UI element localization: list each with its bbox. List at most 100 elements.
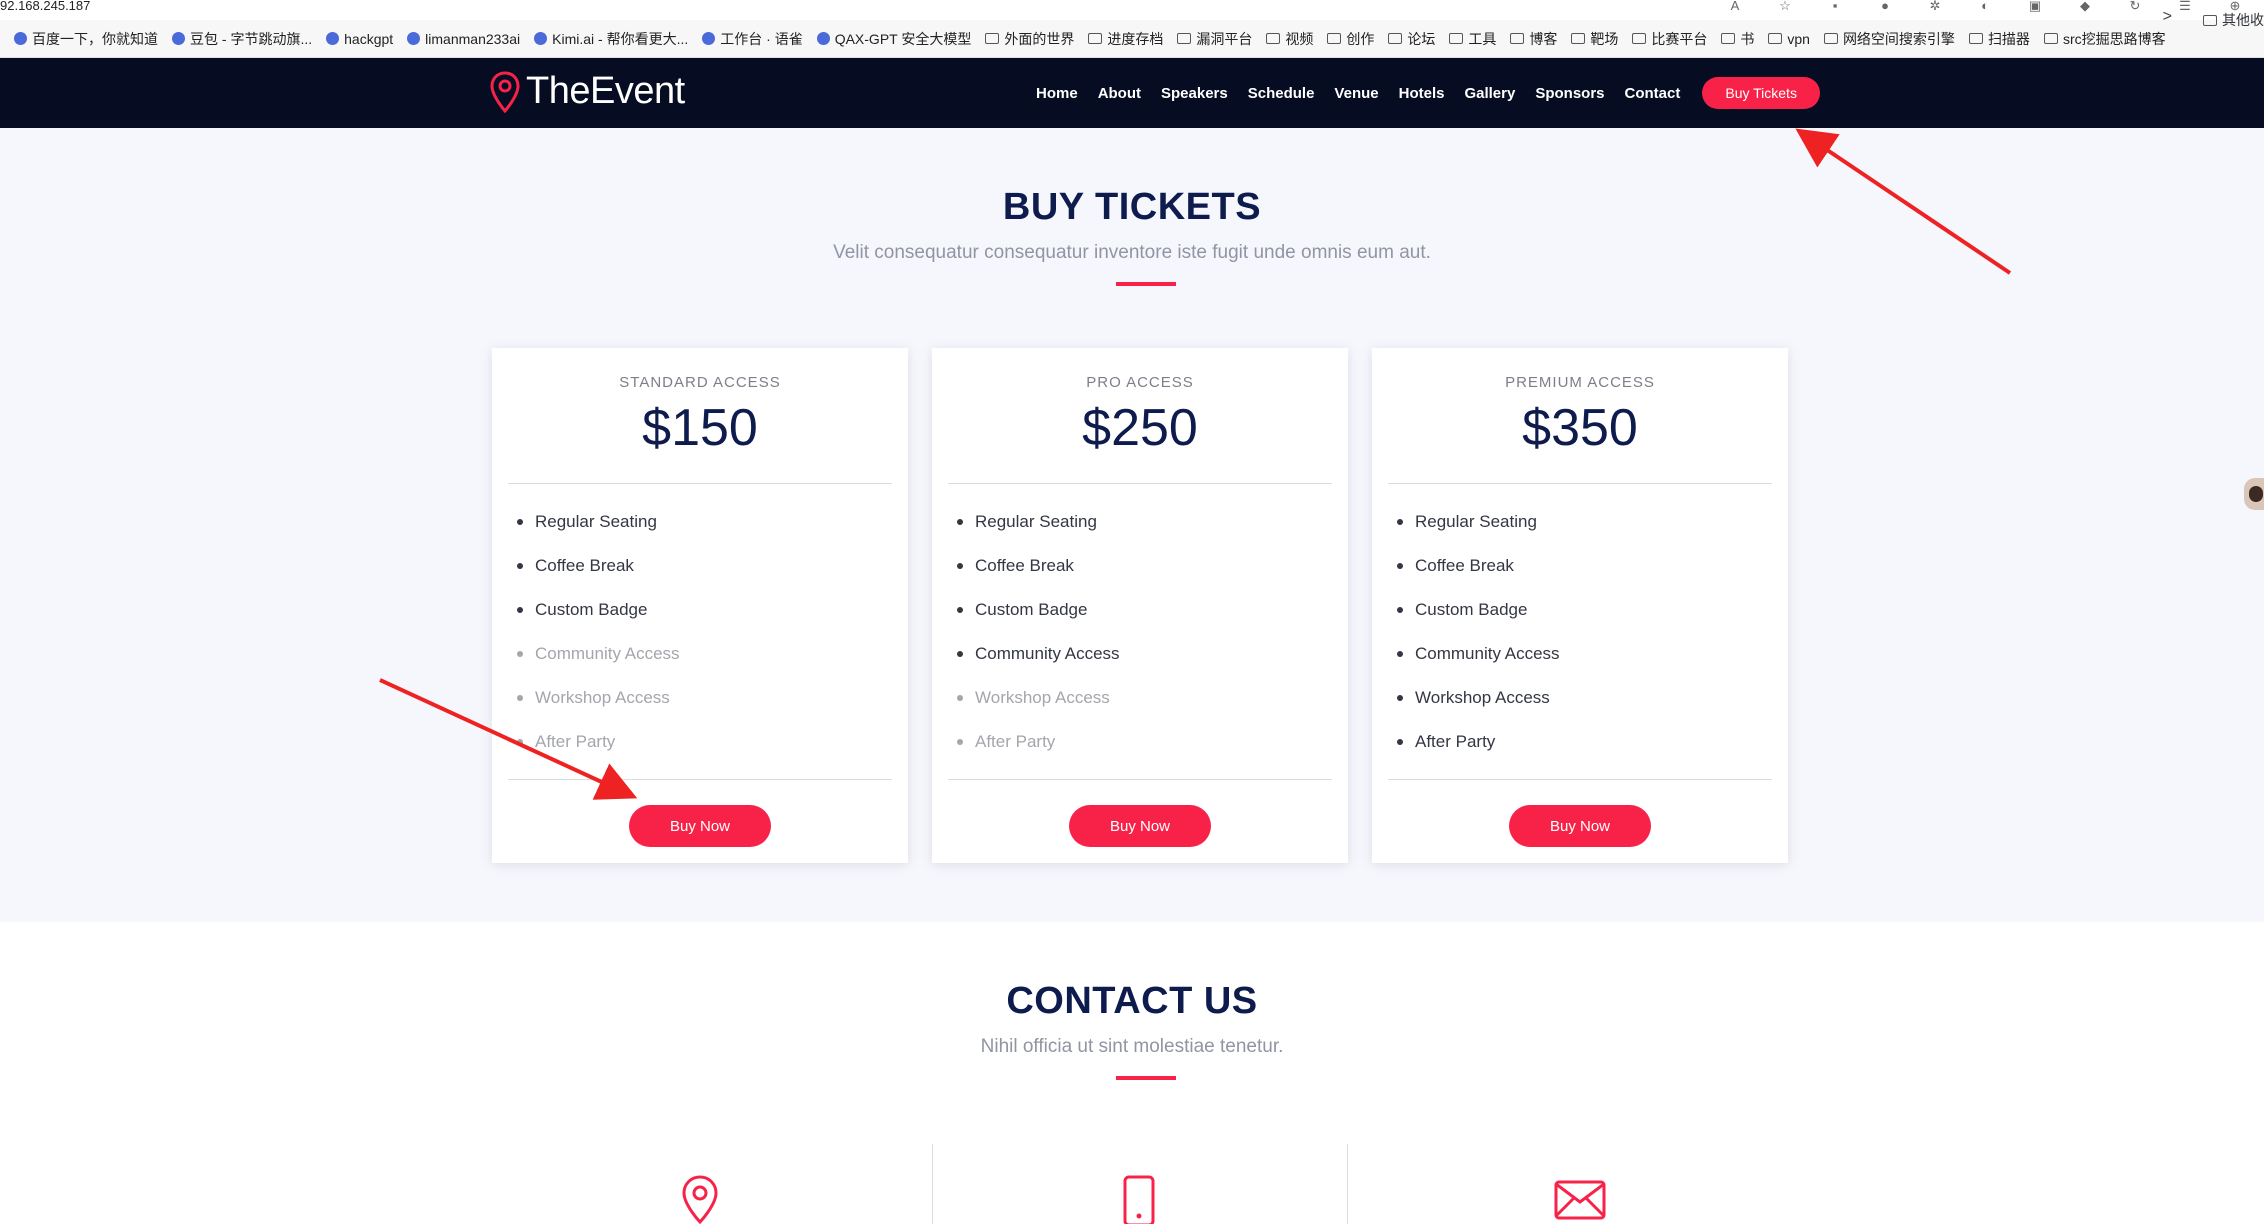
side-avatar-widget[interactable] [2244, 478, 2264, 510]
feature-item: Custom Badge [517, 588, 680, 632]
nav-link-venue[interactable]: Venue [1334, 85, 1378, 102]
section-divider [1116, 282, 1176, 286]
folder-icon [2203, 14, 2217, 26]
bookmark-item[interactable]: hackgpt [326, 31, 393, 47]
extension-icon[interactable]: ● [1876, 0, 1894, 14]
browser-url-bar[interactable]: 92.168.245.187 A ☆ ▪ ● ✲ ◐ ▣ ◆ ↻ ☰ ⊕ [0, 0, 2264, 21]
feature-item: Community Access [1397, 632, 1560, 676]
site-logo[interactable]: TheEvent [490, 70, 685, 113]
folder-icon [1388, 33, 1403, 44]
bookmark-item[interactable]: 工具 [1449, 29, 1496, 49]
nav-link-gallery[interactable]: Gallery [1464, 85, 1515, 102]
refresh-icon[interactable]: ↻ [2126, 0, 2144, 14]
extension-icon[interactable]: ◐ [1976, 0, 1994, 14]
bookmark-item[interactable]: vpn [1768, 31, 1810, 47]
nav-link-home[interactable]: Home [1036, 85, 1078, 102]
feature-item: Coffee Break [517, 544, 680, 588]
settings-icon[interactable]: ✲ [1926, 0, 1944, 14]
folder-icon [2043, 33, 2058, 44]
bullet-icon [1397, 519, 1403, 525]
bookmark-item[interactable]: 论坛 [1388, 29, 1435, 49]
bullet-icon [517, 607, 523, 613]
feature-item: Workshop Access [1397, 676, 1560, 720]
buy-tickets-section: BUY TICKETS Velit consequatur consequatu… [0, 128, 2264, 922]
bookmark-item[interactable]: 扫描器 [1968, 29, 2030, 49]
bookmark-item[interactable]: 外面的世界 [985, 29, 1074, 49]
nav-link-speakers[interactable]: Speakers [1161, 85, 1228, 102]
bookmark-item[interactable]: 书 [1721, 29, 1754, 49]
favorites-icon[interactable]: ☰ [2176, 0, 2194, 14]
bullet-icon [957, 651, 963, 657]
feature-list: Regular Seating Coffee Break Custom Badge C… [957, 500, 1120, 764]
plan-tier: PREMIUM ACCESS [1505, 374, 1655, 391]
feature-item: Workshop Access [957, 676, 1120, 720]
bookmark-item[interactable]: 进度存档 [1088, 29, 1163, 49]
nav-link-schedule[interactable]: Schedule [1248, 85, 1315, 102]
bookmark-item[interactable]: src挖掘思路博客 [2043, 29, 2166, 49]
contact-section: CONTACT US Nihil officia ut sint molesti… [0, 922, 2264, 1224]
pricing-card: STANDARD ACCESS $150 Regular Seating Coffee… [492, 348, 908, 863]
buy-now-button[interactable]: Buy Now [1509, 805, 1651, 847]
feature-item: Regular Seating [957, 500, 1120, 544]
folder-icon [1510, 33, 1525, 44]
favorite-star-icon[interactable]: ☆ [1776, 0, 1794, 14]
feature-item: Coffee Break [1397, 544, 1560, 588]
divider [508, 779, 892, 780]
folder-icon [1721, 33, 1736, 44]
bullet-icon [517, 651, 523, 657]
folder-icon [1088, 33, 1103, 44]
bookmark-item[interactable]: Kimi.ai - 帮你看更大... [534, 29, 688, 49]
feature-list: Regular Seating Coffee Break Custom Badge C… [517, 500, 680, 764]
bullet-icon [1397, 563, 1403, 569]
feature-item: Coffee Break [957, 544, 1120, 588]
bookmark-item[interactable]: 网络空间搜索引擎 [1823, 29, 1955, 49]
bookmark-item[interactable]: 靶场 [1571, 29, 1618, 49]
extension-icon[interactable]: ◆ [2076, 0, 2094, 14]
bullet-icon [1397, 739, 1403, 745]
read-aloud-icon[interactable]: A [1726, 0, 1744, 14]
bookmark-item[interactable]: 比赛平台 [1632, 29, 1707, 49]
folder-icon [1968, 33, 1983, 44]
section-subtitle: Nihil officia ut sint molestiae tenetur. [980, 1036, 1284, 1057]
bookmark-item[interactable]: 工作台 · 语雀 [702, 29, 803, 49]
bookmark-item[interactable]: 博客 [1510, 29, 1557, 49]
section-subtitle: Velit consequatur consequatur inventore … [833, 242, 1431, 263]
nav-link-hotels[interactable]: Hotels [1399, 85, 1445, 102]
site-header: TheEvent Home About Speakers Schedule Venue H… [0, 58, 2264, 128]
nav-link-contact[interactable]: Contact [1625, 85, 1681, 102]
folder-icon [985, 33, 1000, 44]
feature-item: Regular Seating [517, 500, 680, 544]
chevron-right-icon[interactable]: > [2163, 8, 2172, 26]
bookmark-item[interactable]: 漏洞平台 [1177, 29, 1252, 49]
url-text[interactable]: 92.168.245.187 [0, 0, 90, 12]
other-bookmarks[interactable]: 其他收 [2203, 10, 2264, 30]
folder-icon [1823, 33, 1838, 44]
folder-icon [1571, 33, 1586, 44]
buy-now-button[interactable]: Buy Now [629, 805, 771, 847]
section-divider [1116, 1076, 1176, 1080]
extension-icon[interactable]: ▣ [2026, 0, 2044, 14]
bookmark-item[interactable]: 创作 [1327, 29, 1374, 49]
bookmark-item[interactable]: QAX-GPT 安全大模型 [816, 29, 971, 49]
bookmark-item[interactable]: 百度一下，你就知道 [14, 29, 158, 49]
buy-now-button[interactable]: Buy Now [1069, 805, 1211, 847]
nav-link-about[interactable]: About [1098, 85, 1141, 102]
pricing-card: PREMIUM ACCESS $350 Regular Seating Coffee … [1372, 348, 1788, 863]
section-title: BUY TICKETS [1002, 186, 1262, 228]
bookmark-item[interactable]: limanman233ai [407, 31, 520, 47]
plan-tier: STANDARD ACCESS [619, 374, 781, 391]
mail-icon [1554, 1180, 1606, 1220]
plan-price: $250 [1082, 399, 1198, 457]
feature-item: Regular Seating [1397, 500, 1560, 544]
bookmark-item[interactable]: 视频 [1266, 29, 1313, 49]
bookmark-item[interactable]: 豆包 - 字节跳动旗... [172, 29, 312, 49]
site-favicon-icon [534, 32, 548, 45]
bullet-icon [1397, 695, 1403, 701]
feature-item: After Party [957, 720, 1120, 764]
feature-item: After Party [1397, 720, 1560, 764]
nav-link-sponsors[interactable]: Sponsors [1535, 85, 1604, 102]
extension-icon[interactable]: ▪ [1826, 0, 1844, 14]
buy-tickets-nav-button[interactable]: Buy Tickets [1702, 77, 1820, 109]
folder-icon [1632, 33, 1647, 44]
plan-price: $150 [642, 399, 758, 457]
